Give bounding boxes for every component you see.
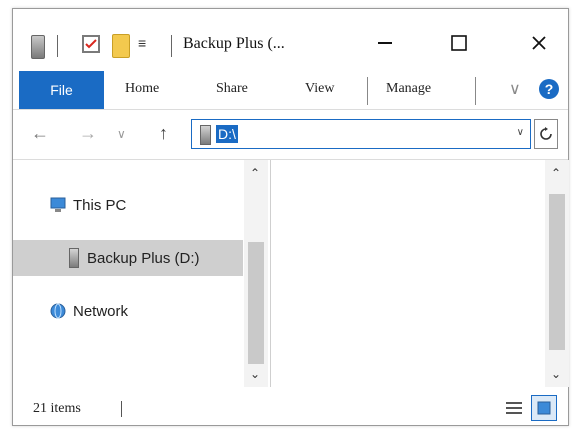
new-folder-icon[interactable]: [112, 34, 130, 58]
content-scrollbar[interactable]: ⌃ ⌄: [545, 160, 569, 387]
address-path[interactable]: D:\: [216, 125, 238, 143]
separator: [171, 35, 172, 57]
drive-icon: [200, 125, 211, 145]
nav-item-label: This PC: [73, 196, 127, 214]
scroll-thumb[interactable]: [549, 194, 565, 350]
forward-button[interactable]: →: [79, 123, 97, 144]
tab-manage[interactable]: Manage: [386, 81, 431, 97]
ribbon-tabs: File Home Share View Manage ∨ ?: [13, 71, 568, 110]
chevron-down-icon[interactable]: ∨: [517, 127, 524, 138]
scroll-up-arrow[interactable]: ⌃: [551, 166, 561, 180]
scroll-thumb[interactable]: [248, 242, 264, 364]
separator: [57, 35, 58, 57]
drive-icon: [31, 35, 45, 59]
explorer-window: ≡ Backup Plus (... File Home Share View …: [12, 8, 569, 426]
up-button[interactable]: ↑: [159, 123, 168, 144]
help-icon[interactable]: ?: [539, 79, 559, 99]
minimize-button[interactable]: [365, 27, 405, 59]
window-title: Backup Plus (...: [183, 35, 285, 52]
separator: [121, 401, 122, 417]
back-button[interactable]: ←: [31, 123, 49, 144]
title-bar: ≡ Backup Plus (...: [13, 9, 568, 71]
nav-item-network[interactable]: Network: [13, 293, 243, 329]
separator: [475, 77, 476, 105]
nav-item-label: Backup Plus (D:): [87, 249, 200, 267]
scroll-down-arrow[interactable]: ⌄: [250, 367, 260, 381]
nav-item-label: Network: [73, 302, 129, 320]
nav-item-backup-plus[interactable]: Backup Plus (D:): [13, 240, 243, 276]
separator: [367, 77, 368, 105]
tab-home[interactable]: Home: [125, 81, 159, 97]
navigation-bar: ← → ∨ ↑ D:\ ∨: [13, 109, 568, 160]
address-bar[interactable]: D:\ ∨: [191, 119, 531, 149]
scroll-up-arrow[interactable]: ⌃: [250, 166, 260, 180]
tab-share[interactable]: Share: [216, 81, 248, 97]
tab-view[interactable]: View: [305, 81, 334, 97]
large-icons-view-icon[interactable]: [531, 395, 557, 421]
properties-icon[interactable]: [82, 35, 100, 53]
tab-file[interactable]: File: [19, 71, 104, 109]
close-button[interactable]: [519, 27, 559, 59]
recent-locations-icon[interactable]: ∨: [117, 127, 126, 141]
refresh-button[interactable]: [534, 119, 558, 149]
maximize-button[interactable]: [439, 27, 479, 59]
nav-scrollbar[interactable]: ⌃ ⌄: [244, 160, 268, 387]
drive-icon: [69, 248, 79, 268]
network-icon: [49, 303, 67, 319]
expand-ribbon-icon[interactable]: ∨: [509, 79, 521, 99]
computer-icon: [49, 197, 67, 213]
details-view-icon[interactable]: [501, 395, 527, 421]
navigation-pane: This PC Backup Plus (D:) Network ⌃ ⌄: [13, 160, 271, 387]
customize-quick-access-icon[interactable]: ≡: [138, 35, 146, 51]
item-count: 21 items: [33, 401, 81, 416]
status-bar: 21 items: [13, 389, 568, 427]
scroll-down-arrow[interactable]: ⌄: [551, 367, 561, 381]
nav-item-this-pc[interactable]: This PC: [13, 187, 243, 223]
